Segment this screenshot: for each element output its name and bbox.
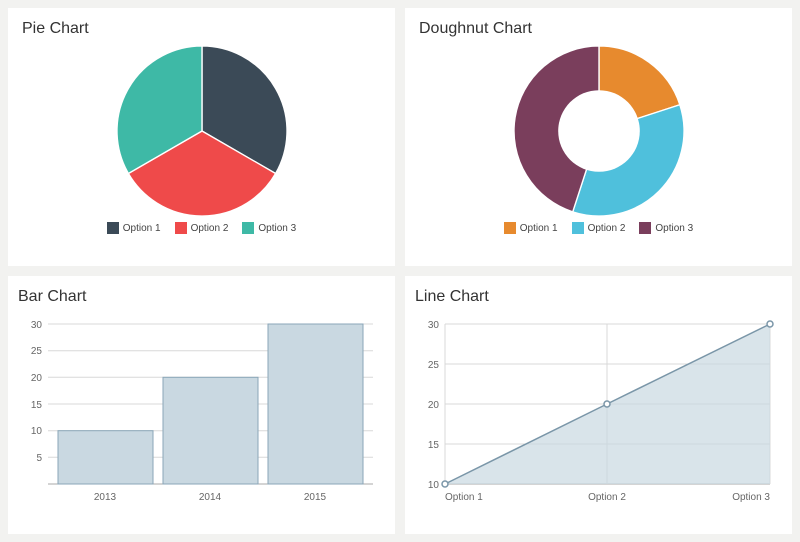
bar-ytick-1: 25 bbox=[31, 346, 43, 357]
swatch-icon bbox=[572, 222, 584, 234]
pie-legend: Option 1 Option 2 Option 3 bbox=[22, 222, 381, 234]
dashboard-grid: Pie Chart Option 1 Option 2 Option 3 Dou… bbox=[8, 8, 792, 534]
line-point-1 bbox=[442, 481, 448, 487]
doughnut-legend-item-1: Option 1 bbox=[504, 222, 558, 234]
pie-legend-item-3: Option 3 bbox=[242, 222, 296, 234]
pie-legend-label-2: Option 2 bbox=[191, 223, 229, 234]
doughnut-legend-item-3: Option 3 bbox=[639, 222, 693, 234]
bar-3 bbox=[268, 324, 363, 484]
bar-xlabel-1: 2014 bbox=[199, 492, 222, 503]
line-chart-panel: Line Chart 30 25 20 15 10 bbox=[405, 276, 792, 534]
pie-chart-panel: Pie Chart Option 1 Option 2 Option 3 bbox=[8, 8, 395, 266]
line-xlabel-2: Option 3 bbox=[732, 492, 770, 503]
line-chart-title: Line Chart bbox=[415, 288, 782, 306]
bar-chart-title: Bar Chart bbox=[18, 288, 385, 306]
doughnut-legend: Option 1 Option 2 Option 3 bbox=[419, 222, 778, 234]
bar-1 bbox=[58, 431, 153, 484]
swatch-icon bbox=[107, 222, 119, 234]
bar-chart-svg: 30 25 20 15 10 5 2013 2014 2015 bbox=[18, 314, 378, 514]
pie-chart-svg bbox=[117, 46, 287, 216]
doughnut-chart-panel: Doughnut Chart Option 1 Option 2 Option … bbox=[405, 8, 792, 266]
line-chart-svg: 30 25 20 15 10 Option 1 Option 2 Option … bbox=[415, 314, 775, 514]
doughnut-legend-label-2: Option 2 bbox=[588, 223, 626, 234]
swatch-icon bbox=[242, 222, 254, 234]
swatch-icon bbox=[639, 222, 651, 234]
line-xlabel-0: Option 1 bbox=[445, 492, 483, 503]
bar-xlabel-2: 2015 bbox=[304, 492, 327, 503]
pie-chart-title: Pie Chart bbox=[22, 20, 381, 38]
bar-ytick-3: 15 bbox=[31, 400, 43, 411]
line-ytick-4: 10 bbox=[428, 480, 440, 491]
pie-chart-area bbox=[22, 46, 381, 216]
doughnut-legend-item-2: Option 2 bbox=[572, 222, 626, 234]
bar-2 bbox=[163, 377, 258, 484]
line-ytick-1: 25 bbox=[428, 360, 440, 371]
doughnut-chart-svg bbox=[514, 46, 684, 216]
pie-legend-label-3: Option 3 bbox=[258, 223, 296, 234]
bar-ytick-5: 5 bbox=[36, 453, 42, 464]
bar-ytick-0: 30 bbox=[31, 320, 43, 331]
line-ytick-3: 15 bbox=[428, 440, 440, 451]
bar-chart-panel: Bar Chart 30 25 20 15 10 5 bbox=[8, 276, 395, 534]
swatch-icon bbox=[175, 222, 187, 234]
doughnut-chart-area bbox=[419, 46, 778, 216]
pie-legend-item-2: Option 2 bbox=[175, 222, 229, 234]
line-point-2 bbox=[604, 401, 610, 407]
line-ytick-0: 30 bbox=[428, 320, 440, 331]
pie-legend-item-1: Option 1 bbox=[107, 222, 161, 234]
line-point-3 bbox=[767, 321, 773, 327]
pie-legend-label-1: Option 1 bbox=[123, 223, 161, 234]
doughnut-chart-title: Doughnut Chart bbox=[419, 20, 778, 38]
bar-ytick-4: 10 bbox=[31, 426, 43, 437]
doughnut-legend-label-1: Option 1 bbox=[520, 223, 558, 234]
doughnut-legend-label-3: Option 3 bbox=[655, 223, 693, 234]
bar-xlabel-0: 2013 bbox=[94, 492, 117, 503]
swatch-icon bbox=[504, 222, 516, 234]
line-ytick-2: 20 bbox=[428, 400, 440, 411]
bar-ytick-2: 20 bbox=[31, 373, 43, 384]
doughnut-hole bbox=[558, 90, 640, 172]
line-xlabel-1: Option 2 bbox=[588, 492, 626, 503]
